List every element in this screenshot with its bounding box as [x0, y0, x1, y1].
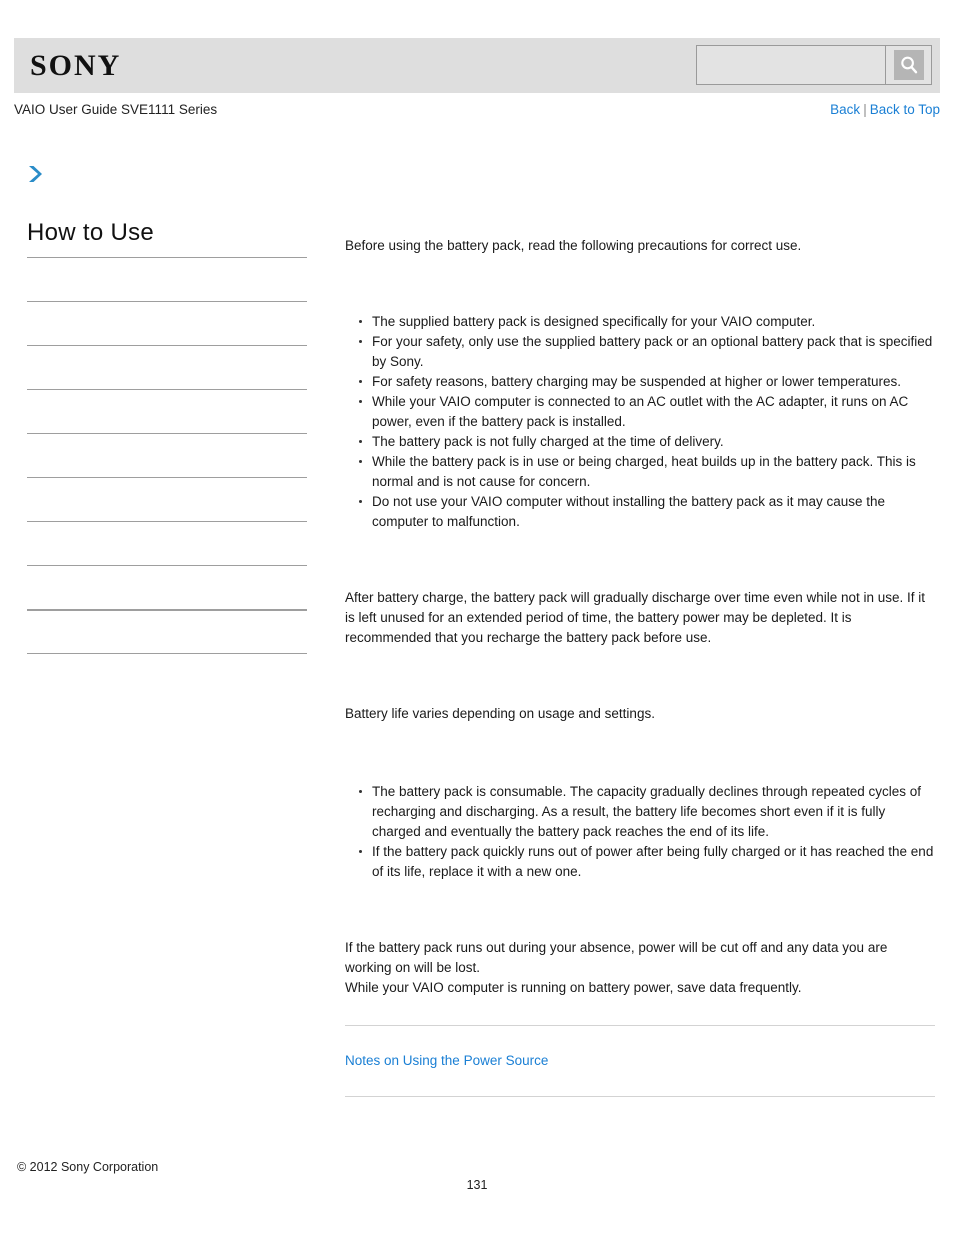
- page-number: 131: [466, 1178, 488, 1192]
- back-to-top-link[interactable]: Back to Top: [870, 102, 940, 117]
- power-loss-paragraph-2: While your VAIO computer is running on b…: [345, 980, 802, 995]
- chevron-right-icon[interactable]: [24, 163, 46, 185]
- header-nav-links: Back | Back to Top: [830, 100, 940, 120]
- list-item: While the battery pack is in use or bein…: [359, 452, 935, 492]
- sidebar-item-7[interactable]: [27, 521, 307, 565]
- precautions-list: The supplied battery pack is designed sp…: [345, 312, 935, 532]
- list-item: If the battery pack quickly runs out of …: [359, 842, 935, 882]
- main-content: Before using the battery pack, read the …: [345, 236, 935, 1097]
- list-item: The supplied battery pack is designed sp…: [359, 312, 935, 332]
- back-link[interactable]: Back: [830, 102, 860, 117]
- sidebar-item-2[interactable]: [27, 301, 307, 345]
- sidebar-title: How to Use: [27, 219, 155, 246]
- battery-life-paragraph: Battery life varies depending on usage a…: [345, 706, 655, 721]
- list-item: For safety reasons, battery charging may…: [359, 372, 935, 392]
- power-loss-paragraph-1: If the battery pack runs out during your…: [345, 940, 888, 975]
- related-topic-link[interactable]: Notes on Using the Power Source: [345, 1051, 548, 1071]
- search-box: [696, 45, 932, 85]
- intro-paragraph: Before using the battery pack, read the …: [345, 238, 802, 253]
- sidebar-item-9[interactable]: [27, 609, 307, 653]
- list-item: While your VAIO computer is connected to…: [359, 392, 935, 432]
- search-icon: [893, 50, 924, 80]
- list-item: The battery pack is consumable. The capa…: [359, 782, 935, 842]
- sidebar-item-10[interactable]: [27, 653, 307, 697]
- search-button[interactable]: [885, 46, 931, 84]
- sidebar-item-5[interactable]: [27, 433, 307, 477]
- sidebar-item-6[interactable]: [27, 477, 307, 521]
- list-item: Do not use your VAIO computer without in…: [359, 492, 935, 532]
- list-item: The battery pack is not fully charged at…: [359, 432, 935, 452]
- sony-logo: SONY: [30, 49, 122, 82]
- nav-separator: |: [863, 102, 867, 117]
- search-input[interactable]: [697, 46, 885, 84]
- discharge-paragraph: After battery charge, the battery pack w…: [345, 590, 926, 645]
- consumable-list: The battery pack is consumable. The capa…: [345, 782, 935, 882]
- sidebar-item-4[interactable]: [27, 389, 307, 433]
- subheader: VAIO User Guide SVE1111 Series Back | Back…: [14, 100, 940, 120]
- sidebar-item-1[interactable]: [27, 257, 307, 301]
- site-header: SONY: [14, 38, 940, 93]
- guide-title: VAIO User Guide SVE1111 Series: [14, 102, 218, 117]
- divider-bottom: [345, 1096, 935, 1097]
- sidebar-navigation: How to Use: [27, 218, 307, 697]
- copyright-text: © 2012 Sony Corporation: [17, 1160, 159, 1174]
- sidebar-item-3[interactable]: [27, 345, 307, 389]
- sidebar-item-8[interactable]: [27, 565, 307, 609]
- list-item: For your safety, only use the supplied b…: [359, 332, 935, 372]
